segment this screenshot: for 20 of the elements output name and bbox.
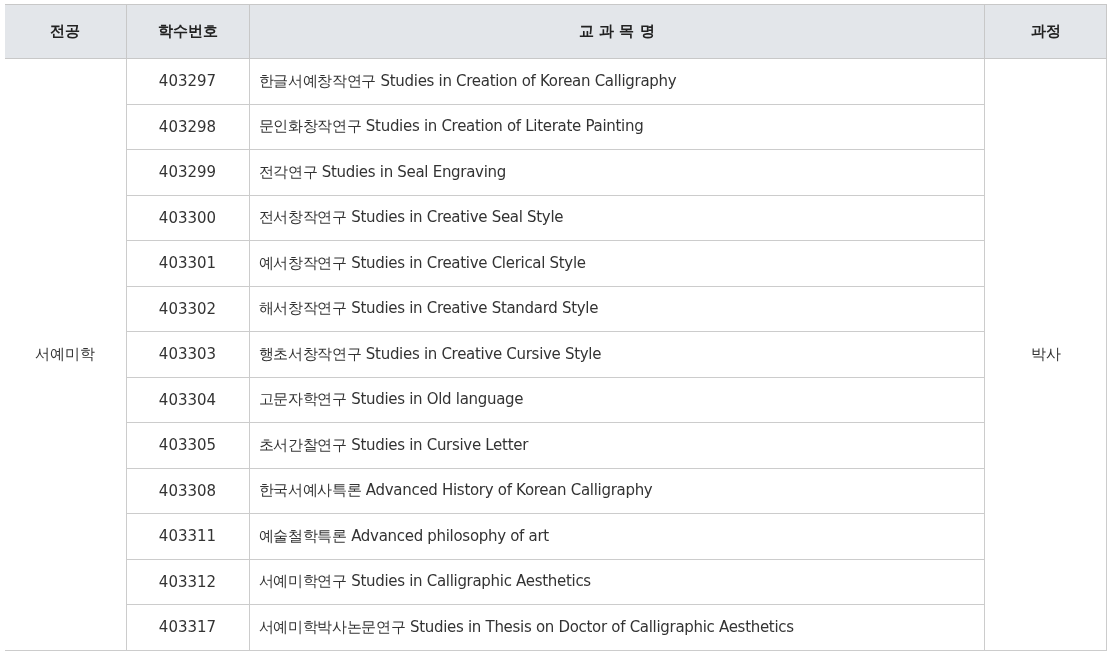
column-header: 학수번호 [126,4,249,59]
course-code-cell: 403304 [126,377,249,423]
column-header: 전공 [5,4,126,59]
course-code-cell: 403305 [126,422,249,468]
course-code-cell: 403299 [126,149,249,195]
course-code-cell: 403302 [126,286,249,332]
course-code-cell: 403308 [126,468,249,514]
course-code-cell: 403300 [126,195,249,241]
course-code-cell: 403311 [126,513,249,559]
course-code-cell: 403301 [126,240,249,286]
course-code-cell: 403303 [126,331,249,377]
course-name-cell: 한글서예창작연구 Studies in Creation of Korean Calligraphy [249,58,985,104]
column-header: 과정 [984,4,1107,59]
column-header: 교 과 목 명 [249,4,985,59]
major-cell: 서예미학 [5,58,126,650]
course-code-cell: 403297 [126,58,249,104]
course-code-cell: 403298 [126,104,249,150]
course-code-cell: 403317 [126,604,249,650]
course-code-cell: 403312 [126,559,249,605]
program-cell: 박사 [984,58,1107,650]
